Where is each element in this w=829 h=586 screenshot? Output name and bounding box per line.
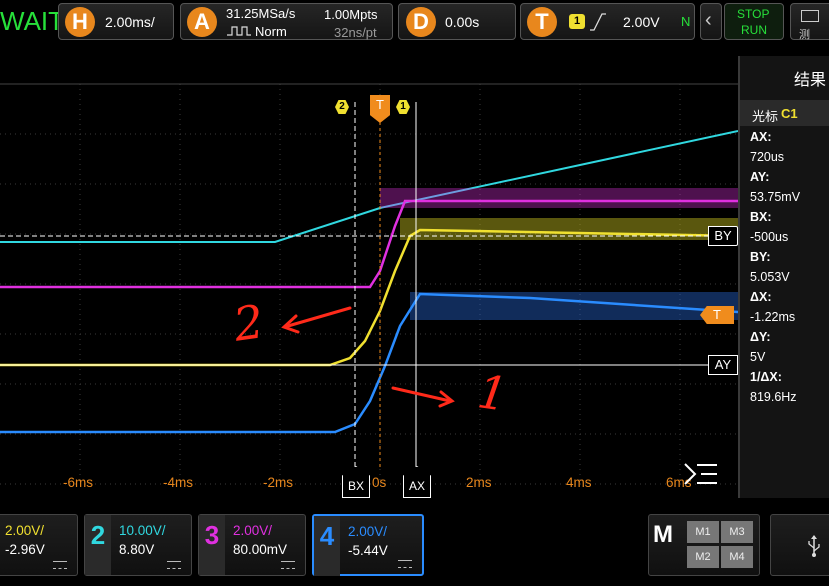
horizontal-key-icon: H [65,7,95,37]
time-tick-1: -4ms [163,475,193,490]
trigger-button[interactable]: T 1 2.00V N [520,3,695,40]
cursor-ay-label[interactable]: AY [708,355,738,375]
coupling-icon [398,560,412,568]
usb-status-box [770,514,829,576]
math-key: M [653,521,673,548]
cursor-title: 光标 [752,109,779,124]
trigger-level: 2.00V [623,14,660,30]
math-m1-button[interactable]: M1 [687,521,719,543]
ch4-offset: -5.44V [348,543,388,558]
delay-value: 0.00s [445,14,480,30]
trigger-level-marker[interactable]: T [700,306,734,324]
ch3-number: 3 [199,515,225,575]
cursor-ax-key: AX: [750,130,772,144]
menu-collapse-icon[interactable] [683,462,719,486]
back-button[interactable]: ‹ [700,3,722,40]
panel-title: 结果 [794,72,827,89]
sample-interval: 32ns/pt [334,25,377,40]
ch2-number: 2 [85,515,111,575]
usb-icon [808,535,820,557]
ch4-scale: 2.00V/ [348,524,388,539]
window-icon [801,10,819,22]
channel-bar: 2.00V/ -2.96V 2 10.00V/ 8.80V 3 2.00V/ 8… [0,500,829,586]
math-m3-button[interactable]: M3 [721,521,753,543]
cursor-freq-value: 819.6Hz [750,390,797,404]
ch2-scale: 10.00V/ [119,523,166,538]
time-tick-5: 4ms [566,475,592,490]
waveform-display[interactable] [0,56,738,498]
ch1-offset: -2.96V [5,542,45,557]
ch2-offset: 8.80V [119,542,155,557]
cursor-ay-value: 53.75mV [750,190,801,204]
channel-1-box[interactable]: 2.00V/ -2.96V [0,514,78,576]
cursor-dy-key: ΔY: [750,330,771,344]
acquire-mode: Norm [255,24,287,39]
menu-button[interactable]: 测 [790,3,829,41]
status-label: WAIT [0,6,65,36]
results-panel: 结果 光标 C1 AX: 720us AY: 53.75mV BX: -500u… [738,56,829,498]
coupling-icon [53,561,67,569]
time-tick-2: -2ms [263,475,293,490]
stop-label: STOP [737,7,770,21]
cursor-ay-key: AY: [750,170,770,184]
chevron-left-icon: ‹ [705,9,712,31]
math-m4-button[interactable]: M4 [721,546,753,568]
delay-button[interactable]: D 0.00s [398,3,516,40]
sample-rate: 31.25MSa/s [226,6,296,21]
cursor-bx-value: -500us [750,230,789,244]
trigger-source-badge: 1 [569,14,585,29]
run-label: RUN [741,23,767,37]
math-box[interactable]: M M1 M3 M2 M4 [648,514,760,576]
trigger-coupling: N [681,14,691,29]
time-tick-0: -6ms [63,475,93,490]
ch4-number: 4 [314,516,340,576]
cursor-by-value: 5.053V [750,270,790,284]
rising-edge-icon [590,13,606,31]
memory-depth: 1.00Mpts [324,7,378,22]
delay-key-icon: D [406,7,436,37]
channel-2-box[interactable]: 2 10.00V/ 8.80V [84,514,192,576]
time-tick-3: 0s [372,475,387,490]
cursor-dx-key: ΔX: [750,290,772,304]
cursor-dy-value: 5V [750,350,766,364]
menu-button-label: 测 [799,29,810,41]
cursor-by-label[interactable]: BY [708,226,738,246]
trigger-key-icon: T [527,7,557,37]
horizontal-scale-button[interactable]: H 2.00ms/ [58,3,174,40]
run-stop-button[interactable]: STOP RUN [724,3,784,40]
coupling-icon [167,561,181,569]
ch1-scale: 2.00V/ [5,523,45,538]
math-m2-button[interactable]: M2 [687,546,719,568]
time-tick-4: 2ms [466,475,492,490]
cursor-by-key: BY: [750,250,771,264]
cursor-ax-value: 720us [750,150,785,164]
channel-4-box[interactable]: 4 2.00V/ -5.44V [312,514,424,576]
cursor-section-header: 光标 C1 [740,100,829,126]
acquire-key-icon: A [187,7,217,37]
ch3-offset: 80.00mV [233,542,288,557]
cursor-freq-key: 1/ΔX: [750,370,782,384]
pulse-icon [227,26,251,36]
acquire-button[interactable]: A 31.25MSa/s Norm 1.00Mpts 32ns/pt [180,3,393,40]
coupling-icon [281,561,295,569]
cursor-dx-value: -1.22ms [750,310,796,324]
cursor-channel: C1 [781,106,798,121]
ch3-scale: 2.00V/ [233,523,273,538]
cursor-bx-key: BX: [750,210,772,224]
top-toolbar: WAIT H 2.00ms/ A 31.25MSa/s Norm 1.00Mpt… [0,0,829,44]
horizontal-scale-value: 2.00ms/ [105,14,155,30]
channel-3-box[interactable]: 3 2.00V/ 80.00mV [198,514,306,576]
